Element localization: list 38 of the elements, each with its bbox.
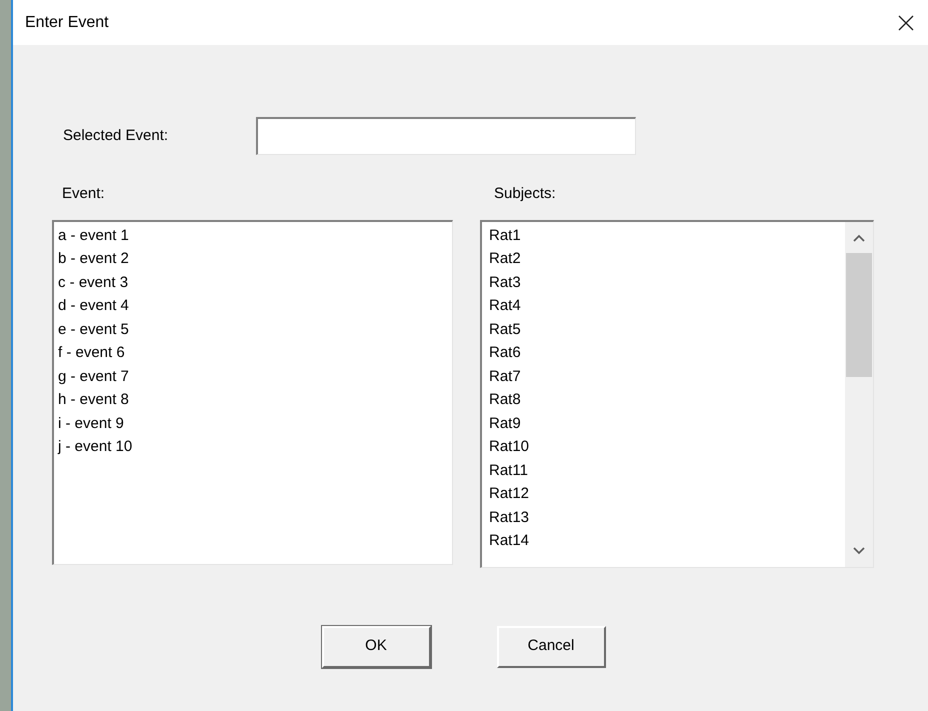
- list-item[interactable]: h - event 8: [54, 388, 452, 412]
- scrollbar[interactable]: [845, 222, 873, 566]
- event-list[interactable]: a - event 1 b - event 2 c - event 3 d - event 4 e - event 5 f - event 6 g - event 7 h - event 8 i - event 9 j - event 10: [52, 220, 453, 564]
- list-item[interactable]: Rat6: [485, 341, 845, 364]
- dialog-button[interactable]: OK: [322, 626, 430, 668]
- list-item[interactable]: c - event 3: [54, 270, 452, 294]
- list-item[interactable]: Rat2: [485, 247, 845, 270]
- window-title: Enter Event: [25, 12, 109, 32]
- list-item[interactable]: Rat13: [485, 506, 845, 529]
- input-field[interactable]: [256, 117, 636, 155]
- field-label: Selected Event:: [63, 126, 170, 146]
- list-item[interactable]: Rat5: [485, 318, 845, 341]
- dialog-button[interactable]: Cancel: [496, 626, 606, 668]
- list-label: Subjects:: [494, 184, 557, 204]
- list-item[interactable]: Rat4: [485, 294, 845, 318]
- list-item[interactable]: Rat11: [485, 458, 845, 482]
- list-item[interactable]: Rat12: [485, 482, 845, 506]
- list-item[interactable]: b - event 2: [54, 247, 452, 270]
- list-item[interactable]: e - event 5: [54, 318, 452, 341]
- list-item[interactable]: Rat7: [485, 364, 845, 388]
- list-item[interactable]: j - event 10: [54, 435, 452, 458]
- scroll-down-icon[interactable]: [853, 546, 865, 554]
- list-item[interactable]: g - event 7: [54, 364, 452, 388]
- list-item[interactable]: Rat14: [485, 529, 845, 552]
- list-item[interactable]: f - event 6: [54, 341, 452, 364]
- list-item[interactable]: Rat8: [485, 388, 845, 412]
- list-item[interactable]: Rat3: [485, 270, 845, 294]
- list-item[interactable]: Rat1: [485, 224, 845, 247]
- list-item[interactable]: i - event 9: [54, 412, 452, 435]
- subject-list[interactable]: Rat1 Rat2 Rat3 Rat4 Rat5 Rat6 Rat7 Rat8 Rat9 Rat10 Rat11 Rat12 Rat13 Rat14: [480, 220, 874, 568]
- list-item[interactable]: Rat10: [485, 435, 845, 458]
- list-item[interactable]: a - event 1: [54, 224, 452, 247]
- scroll-thumb[interactable]: [846, 252, 872, 376]
- scroll-up-icon[interactable]: [853, 234, 865, 242]
- list-item[interactable]: d - event 4: [54, 294, 452, 318]
- list-item[interactable]: Rat9: [485, 412, 845, 435]
- close-icon[interactable]: [898, 14, 914, 30]
- list-label: Event:: [62, 184, 106, 204]
